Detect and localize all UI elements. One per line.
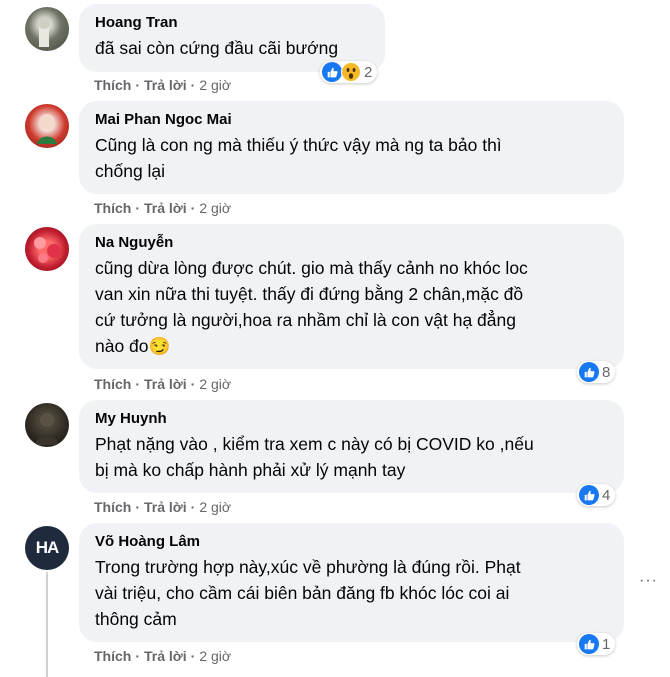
like-link[interactable]: Thích [94,77,131,93]
reaction-summary[interactable]: 2 [320,61,378,83]
avatar[interactable] [25,227,69,271]
reply-link[interactable]: Trả lời [144,200,187,216]
like-link[interactable]: Thích [94,200,131,216]
reply-link[interactable]: Trả lời [144,499,187,515]
reaction-summary[interactable]: 8 [577,361,616,383]
comment-bubble: My Huynh Phạt nặng vào , kiểm tra xem c … [79,400,624,493]
comment-bubble: Võ Hoàng Lâm Trong trường hợp này,xúc về… [79,523,624,642]
reaction-count: 1 [602,635,611,653]
avatar-photo [38,17,50,47]
like-icon [322,62,342,82]
wow-icon [341,62,361,82]
like-link[interactable]: Thích [94,376,131,392]
comment-text: Phạt nặng vào , kiểm tra xem c này có bị… [95,434,534,480]
avatar-photo [37,114,57,144]
avatar[interactable] [25,104,69,148]
separator: · [190,200,196,216]
comment-time[interactable]: 2 giờ [199,200,231,216]
like-link[interactable]: Thích [94,648,131,664]
like-icon [579,634,599,654]
separator: · [135,376,141,392]
comment-author[interactable]: My Huynh [95,409,610,429]
comment-bubble: Na Nguyễn cũng dừa lòng được chút. gio m… [79,224,624,369]
comment-time[interactable]: 2 giờ [199,499,231,515]
like-icon [579,485,599,505]
like-icon [579,362,599,382]
comment-text: cũng dừa lòng được chút. gio mà thấy cản… [95,258,528,356]
separator: · [190,376,196,392]
reaction-count: 4 [602,486,611,504]
comment-actions: Thích · Trả lời · 2 giờ [94,498,231,516]
avatar[interactable]: HA [25,526,69,570]
comment-time[interactable]: 2 giờ [199,77,231,93]
separator: · [135,200,141,216]
thread-line [46,572,48,677]
reply-link[interactable]: Trả lời [144,648,187,664]
avatar-photo [35,413,59,445]
separator: · [135,648,141,664]
comment-author[interactable]: Võ Hoàng Lâm [95,532,610,552]
reply-link[interactable]: Trả lời [144,376,187,392]
comment-text: Trong trường hợp này,xúc về phường là đú… [95,557,521,629]
comment-text: Cũng là con ng mà thiếu ý thức vậy mà ng… [95,135,502,181]
comment-actions: Thích · Trả lời · 2 giờ [94,647,231,665]
more-options-icon[interactable]: ··· [639,572,658,590]
comment-author[interactable]: Na Nguyễn [95,233,610,253]
comment-actions: Thích · Trả lời · 2 giờ [94,76,231,94]
separator: · [190,648,196,664]
comment-text: đã sai còn cứng đầu cãi bướng [95,38,339,58]
reaction-count: 8 [602,363,611,381]
separator: · [190,77,196,93]
reaction-summary[interactable]: 1 [577,633,616,655]
reply-link[interactable]: Trả lời [144,77,187,93]
comment-author[interactable]: Hoang Tran [95,13,371,33]
avatar[interactable] [25,403,69,447]
reaction-summary[interactable]: 4 [577,484,616,506]
avatar-logo: HA [35,538,60,557]
comment-actions: Thích · Trả lời · 2 giờ [94,199,231,217]
separator: · [190,499,196,515]
comment-bubble: Mai Phan Ngoc Mai Cũng là con ng mà thiế… [79,101,624,194]
comment-time[interactable]: 2 giờ [199,376,231,392]
avatar[interactable] [25,7,69,51]
separator: · [135,77,141,93]
avatar-photo [34,237,61,263]
like-link[interactable]: Thích [94,499,131,515]
comment-actions: Thích · Trả lời · 2 giờ [94,375,231,393]
separator: · [135,499,141,515]
comment-time[interactable]: 2 giờ [199,648,231,664]
reaction-count: 2 [364,63,373,81]
comment-author[interactable]: Mai Phan Ngoc Mai [95,110,610,130]
